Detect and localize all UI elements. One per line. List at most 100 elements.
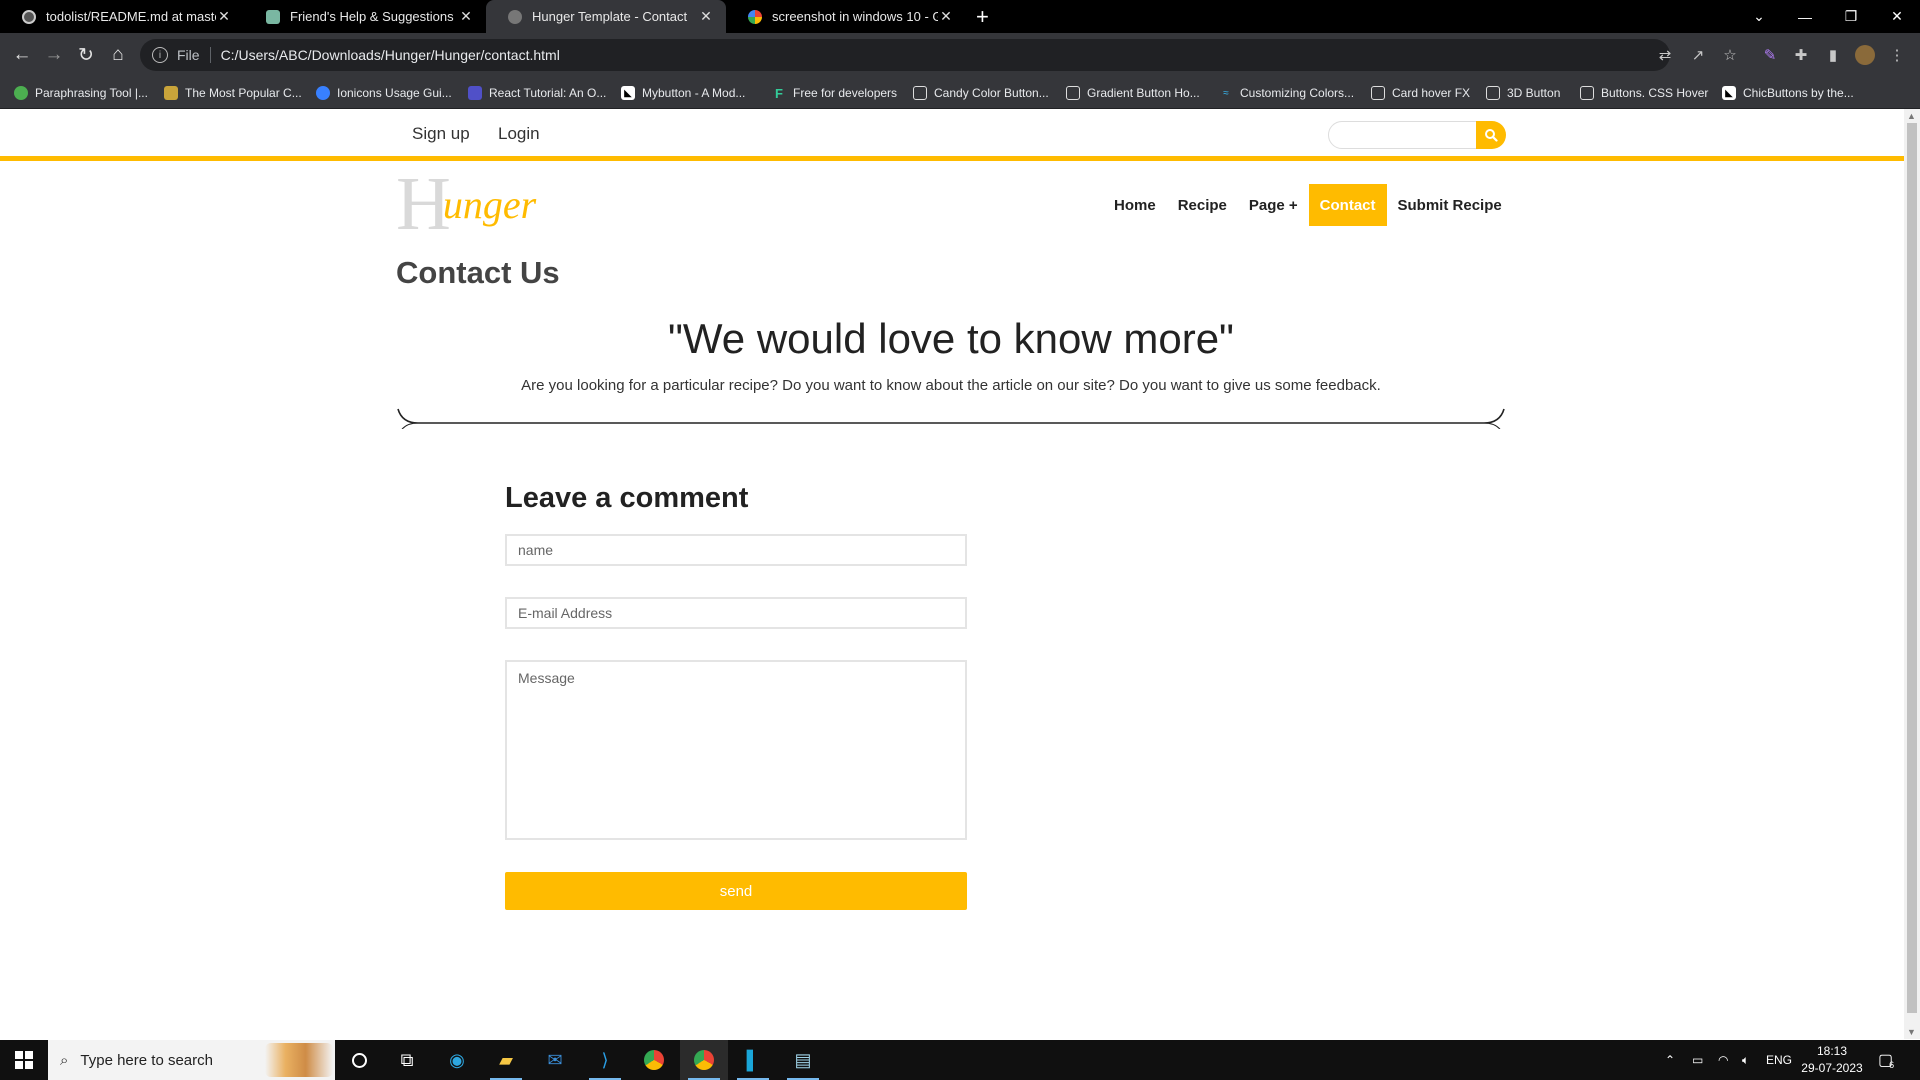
close-icon[interactable]: ✕ [216,8,232,25]
bookmark-3d-button[interactable]: 3D Button [1486,77,1560,109]
notification-count: 6 [1889,1060,1895,1070]
menu-dots-icon[interactable]: ⋮ [1882,33,1912,77]
url-text[interactable]: C:/Users/ABC/Downloads/Hunger/Hunger/con… [221,47,560,63]
info-icon[interactable]: i [152,47,168,63]
volume-icon[interactable]: 🔈︎ [1742,1040,1749,1080]
hunger-logo[interactable]: H unger [396,166,536,242]
new-tab-button[interactable]: + [976,4,989,30]
notepad-icon[interactable]: ▤ [779,1040,827,1080]
scrollbar-thumb[interactable] [1907,123,1917,1013]
extensions-puzzle-icon[interactable]: ✚ [1786,33,1816,77]
notifications-icon[interactable]: ▢ 6 [1878,1040,1894,1080]
share-icon[interactable]: ↗ [1683,33,1713,77]
task-view-icon[interactable]: ⧉ [383,1040,431,1080]
site-search-input[interactable] [1328,121,1478,149]
tab-friends-help[interactable]: Friend's Help & Suggestions ✕ [244,0,486,33]
back-arrow-icon[interactable]: ← [6,33,38,77]
bookmark-buttons-css-hover[interactable]: Buttons. CSS Hover [1580,77,1708,109]
side-panel-icon[interactable]: ▮ [1818,33,1848,77]
divider [209,47,211,63]
tab-search-chevron-icon[interactable]: ⌄ [1736,0,1782,33]
search-icon [1485,129,1498,142]
profile-avatar[interactable] [1850,33,1880,77]
vscode-icon[interactable]: ⟩ [581,1040,629,1080]
address-bar[interactable]: i File C:/Users/ABC/Downloads/Hunger/Hun… [140,39,1670,71]
nav-page[interactable]: Page + [1238,184,1309,226]
language-indicator[interactable]: ENG [1766,1040,1792,1080]
windows-logo-icon [15,1051,33,1069]
translate-icon[interactable]: ⇄ [1650,33,1680,77]
tab-title: todolist/README.md at master · [46,9,216,24]
close-icon[interactable]: ✕ [938,8,954,25]
close-icon[interactable]: ✕ [458,8,474,25]
restore-button[interactable]: ❐ [1828,0,1874,33]
comment-heading: Leave a comment [505,482,749,514]
search-icon: ⌕ [60,1051,69,1069]
battery-icon[interactable]: ▭ [1692,1040,1703,1080]
url-scheme: File [177,47,200,63]
search-button[interactable] [1476,121,1506,149]
bookmark-most-popular[interactable]: The Most Popular C... [164,77,302,109]
bookmark-icon: ◣ [621,86,635,100]
bookmark-icon: ◣ [1722,86,1736,100]
clock[interactable]: 18:13 29-07-2023 [1796,1043,1868,1077]
chrome-profile-icon[interactable] [680,1040,728,1080]
window-close-button[interactable]: ✕ [1874,0,1920,33]
show-hidden-icons-chevron-icon[interactable]: ⌃ [1665,1040,1675,1080]
reload-icon[interactable]: ↻ [70,33,102,77]
minimize-button[interactable]: — [1782,0,1828,33]
cortana-circle-icon[interactable] [335,1040,383,1080]
bookmark-ionicons[interactable]: Ionicons Usage Gui... [316,77,452,109]
scroll-up-icon[interactable]: ▲ [1907,111,1916,121]
windows-taskbar: ⌕ Type here to search ⧉ ◉ ▰ ✉ ⟩ ▌ ▤ ⌃ ▭ … [0,1040,1920,1080]
bookmark-chicbuttons[interactable]: ◣ ChicButtons by the... [1722,77,1854,109]
mail-icon[interactable]: ✉ [531,1040,579,1080]
bookmark-icon [316,86,330,100]
chrome-icon[interactable] [630,1040,678,1080]
forward-arrow-icon[interactable]: → [38,33,70,77]
bookmark-gradient-button[interactable]: Gradient Button Ho... [1066,77,1200,109]
bookmark-icon: F [775,85,783,101]
bookmark-paraphrasing[interactable]: Paraphrasing Tool |... [14,77,148,109]
page-scrollbar[interactable]: ▲ ▼ [1904,109,1920,1039]
nav-recipe[interactable]: Recipe [1167,184,1238,226]
tab-google-search[interactable]: screenshot in windows 10 - Goog ✕ [726,0,966,33]
signup-link[interactable]: Sign up [412,124,470,144]
page-icon [266,9,280,24]
bookmark-icon [468,86,482,100]
close-icon[interactable]: ✕ [698,8,714,25]
tab-github-readme[interactable]: todolist/README.md at master · ✕ [0,0,244,33]
bookmark-free-for-developers[interactable]: F Free for developers [772,77,897,109]
name-field[interactable] [505,534,967,566]
file-explorer-icon[interactable]: ▰ [482,1040,530,1080]
taskbar-search[interactable]: ⌕ Type here to search [48,1040,335,1080]
scroll-down-icon[interactable]: ▼ [1907,1027,1916,1037]
login-link[interactable]: Login [498,124,540,144]
extension-feather-icon[interactable]: ✎ [1755,33,1785,77]
edge-icon[interactable]: ◉ [433,1040,481,1080]
nav-contact[interactable]: Contact [1308,184,1387,226]
page-viewport: Sign up Login H unger Home Recipe Page +… [0,109,1904,1039]
bookmark-star-icon[interactable]: ☆ [1715,33,1745,77]
nav-submit-recipe[interactable]: Submit Recipe [1387,184,1513,226]
bookmark-react-tutorial[interactable]: React Tutorial: An O... [468,77,606,109]
clock-time: 18:13 [1816,1044,1848,1058]
nav-home[interactable]: Home [1103,184,1167,226]
wifi-icon[interactable]: ◠ [1718,1040,1728,1080]
message-field[interactable] [505,660,967,840]
bookmark-mybutton[interactable]: ◣ Mybutton - A Mod... [621,77,745,109]
bookmark-candy-color[interactable]: Candy Color Button... [913,77,1049,109]
codepen-icon [1486,86,1500,100]
bookmarks-bar: Paraphrasing Tool |... The Most Popular … [0,77,1920,109]
section-divider [397,408,1505,429]
bookmark-customizing-colors[interactable]: ≈ Customizing Colors... [1219,77,1354,109]
bookmark-card-hover[interactable]: Card hover FX [1371,77,1470,109]
home-icon[interactable]: ⌂ [102,33,134,77]
tab-hunger-contact[interactable]: Hunger Template - Contact ✕ [486,0,726,33]
start-button[interactable] [0,1040,48,1080]
search-highlight-image [265,1043,333,1077]
app-icon[interactable]: ▌ [729,1040,777,1080]
send-button[interactable]: send [505,872,967,910]
intro-text: Are you looking for a particular recipe?… [521,377,1381,394]
email-field[interactable] [505,597,967,629]
